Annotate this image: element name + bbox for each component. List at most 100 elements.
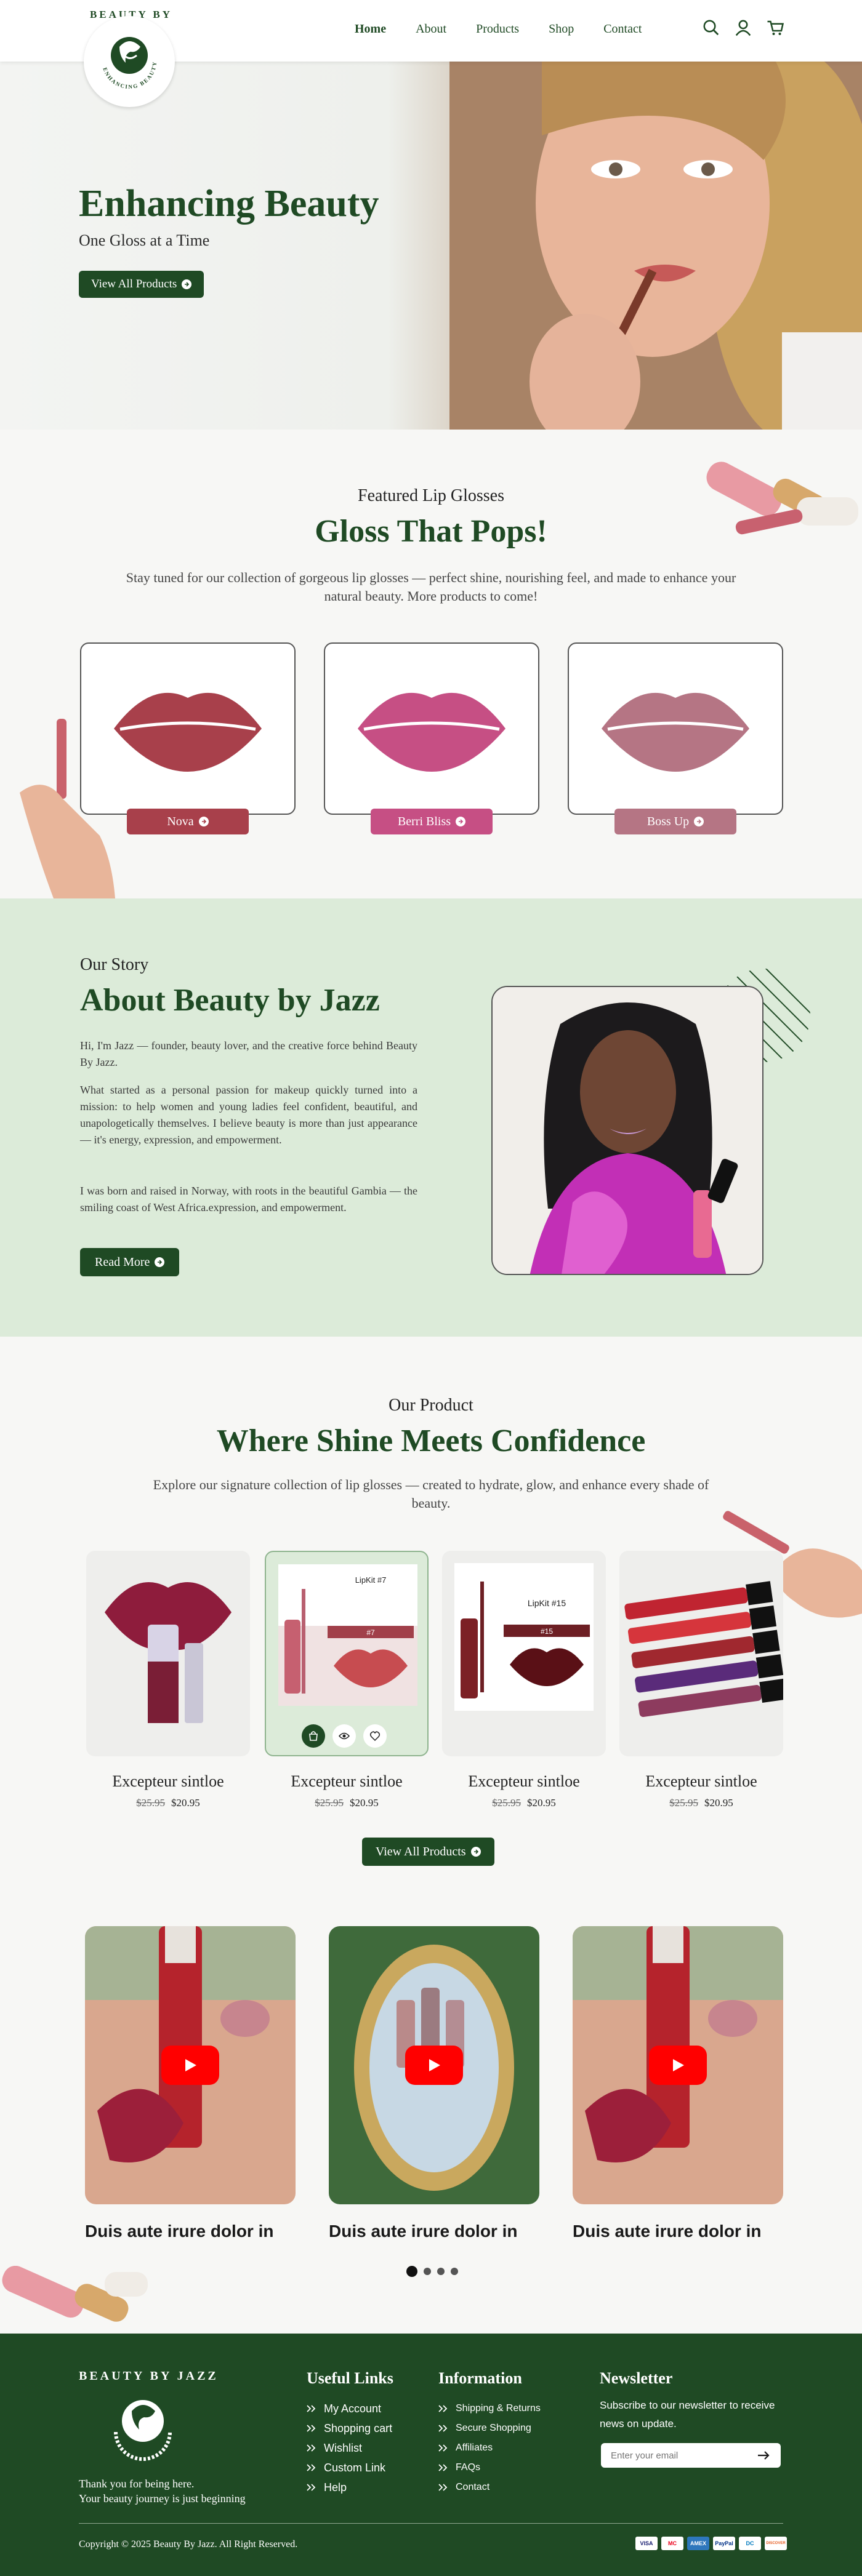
current-price: $20.95 [171,1797,200,1809]
about-title: About Beauty by Jazz [80,983,380,1018]
footer-tagline-1: Thank you for being here. [79,2478,195,2490]
double-chevron-icon [438,2425,448,2432]
arrow-right-icon [758,2451,770,2460]
play-button[interactable] [405,2046,463,2085]
footer-link-label: Secure Shopping [456,2423,531,2433]
nav-contact[interactable]: Contact [603,22,642,36]
pagination-dot[interactable] [406,2266,417,2277]
view-all-products-button[interactable]: View All Products [362,1838,494,1866]
video-card[interactable] [573,1926,783,2204]
lipkit-label: LipKit #15 [528,1598,566,1608]
logo-emblem-icon: ENHANCING BEAUTY [102,37,156,90]
video-title[interactable]: Duis aute irure dolor in [573,2222,761,2241]
footer-link-label: Custom Link [324,2461,386,2474]
arrow-right-icon [694,817,704,826]
newsletter-email-input[interactable] [601,2443,781,2468]
nav-shop[interactable]: Shop [549,22,574,36]
header-icons [702,18,784,37]
old-price: $25.95 [492,1797,521,1809]
gloss-card-nova[interactable] [80,642,296,815]
newsletter-submit-button[interactable] [755,2448,772,2463]
play-button[interactable] [649,2046,707,2085]
products-section: Our Product Where Shine Meets Confidence… [0,1337,862,1884]
double-chevron-icon [438,2405,448,2412]
footer-link-label: FAQs [456,2462,481,2473]
pagination-dot[interactable] [424,2268,431,2275]
payment-methods: VISA MC AMEX PayPal DC DISCOVER [635,2537,787,2550]
gloss-card-berri-bliss[interactable] [324,642,539,815]
footer-link[interactable]: Contact [438,2478,541,2497]
lip-print-image [358,692,506,772]
information-list: Shipping & Returns Secure Shopping Affil… [438,2399,541,2497]
founder-image [493,987,762,1274]
footer-link[interactable]: Custom Link [307,2458,392,2478]
newsletter-heading: Newsletter [600,2369,673,2387]
footer-link[interactable]: FAQs [438,2458,541,2478]
product-card[interactable] [619,1551,783,1756]
featured-section: Featured Lip Glosses Gloss That Pops! St… [0,430,862,898]
footer-link[interactable]: My Account [307,2399,392,2418]
footer-logo-emblem-icon[interactable] [103,2386,182,2465]
logo[interactable]: BEAUTY BY JAZZ ENHANCING BEAUTY [79,9,183,107]
product-image [105,1582,232,1723]
footer-link[interactable]: Shipping & Returns [438,2399,541,2418]
gloss-card-boss-up[interactable] [568,642,783,815]
product-card[interactable] [86,1551,250,1756]
diners-club-icon: DC [739,2537,761,2550]
nav-about[interactable]: About [416,22,446,36]
read-more-button[interactable]: Read More [80,1248,180,1276]
arrow-right-icon [470,1847,481,1857]
about-kicker: Our Story [80,955,149,974]
nav-products[interactable]: Products [476,22,519,36]
video-title[interactable]: Duis aute irure dolor in [85,2222,273,2241]
double-chevron-icon [307,2405,316,2412]
lip-print-image [114,692,262,772]
logo-badge[interactable]: ENHANCING BEAUTY [84,16,175,107]
about-paragraph-3: I was born and raised in Norway, with ro… [80,1185,417,1214]
button-label: View All Products [376,1844,466,1858]
hero-subtitle: One Gloss at a Time [79,231,210,249]
wishlist-button[interactable] [363,1724,387,1748]
product-card[interactable]: LipKit #15 #15 [442,1551,606,1756]
lipkit-bar-label: #7 [366,1628,375,1637]
product-actions [302,1724,387,1748]
nav-home[interactable]: Home [355,22,386,36]
gloss-button-nova[interactable]: Nova [127,809,249,834]
video-title[interactable]: Duis aute irure dolor in [329,2222,517,2241]
product-name[interactable]: Excepteur sintloe [619,1772,783,1791]
footer-link[interactable]: Secure Shopping [438,2418,541,2438]
button-label: Berri Bliss [397,814,451,828]
cart-icon[interactable] [766,18,784,37]
video-card[interactable] [85,1926,296,2204]
featured-title: Gloss That Pops! [315,514,547,549]
pagination-dot[interactable] [451,2268,458,2275]
play-button[interactable] [161,2046,219,2085]
product-name[interactable]: Excepteur sintloe [442,1772,606,1791]
button-label: View All Products [91,278,177,290]
footer-link-label: My Account [324,2402,382,2415]
account-icon[interactable] [734,18,752,37]
footer-link[interactable]: Help [307,2478,392,2497]
view-all-products-button[interactable]: View All Products [79,271,204,298]
arrow-right-icon [155,1257,165,1267]
discover-icon: DISCOVER [765,2537,787,2550]
gloss-button-boss-up[interactable]: Boss Up [614,809,736,834]
heart-icon [369,1731,381,1742]
arrow-right-icon [456,817,466,826]
footer-link[interactable]: Shopping cart [307,2418,392,2438]
footer-link[interactable]: Affiliates [438,2438,541,2458]
product-name[interactable]: Excepteur sintloe [265,1772,429,1791]
search-icon[interactable] [702,18,720,37]
footer-link[interactable]: Wishlist [307,2438,392,2458]
video-card[interactable] [329,1926,539,2204]
founder-photo [491,986,763,1275]
add-to-cart-button[interactable] [302,1724,325,1748]
gloss-button-berri-bliss[interactable]: Berri Bliss [371,809,493,834]
product-name[interactable]: Excepteur sintloe [86,1772,250,1791]
product-card[interactable]: #7 LipKit #7 [265,1551,429,1756]
play-icon [673,2059,684,2071]
about-section: Our Story About Beauty by Jazz Hi, I'm J… [0,898,862,1337]
pagination-dot[interactable] [437,2268,445,2275]
quick-view-button[interactable] [332,1724,356,1748]
product-image: LipKit #15 #15 [454,1563,594,1711]
